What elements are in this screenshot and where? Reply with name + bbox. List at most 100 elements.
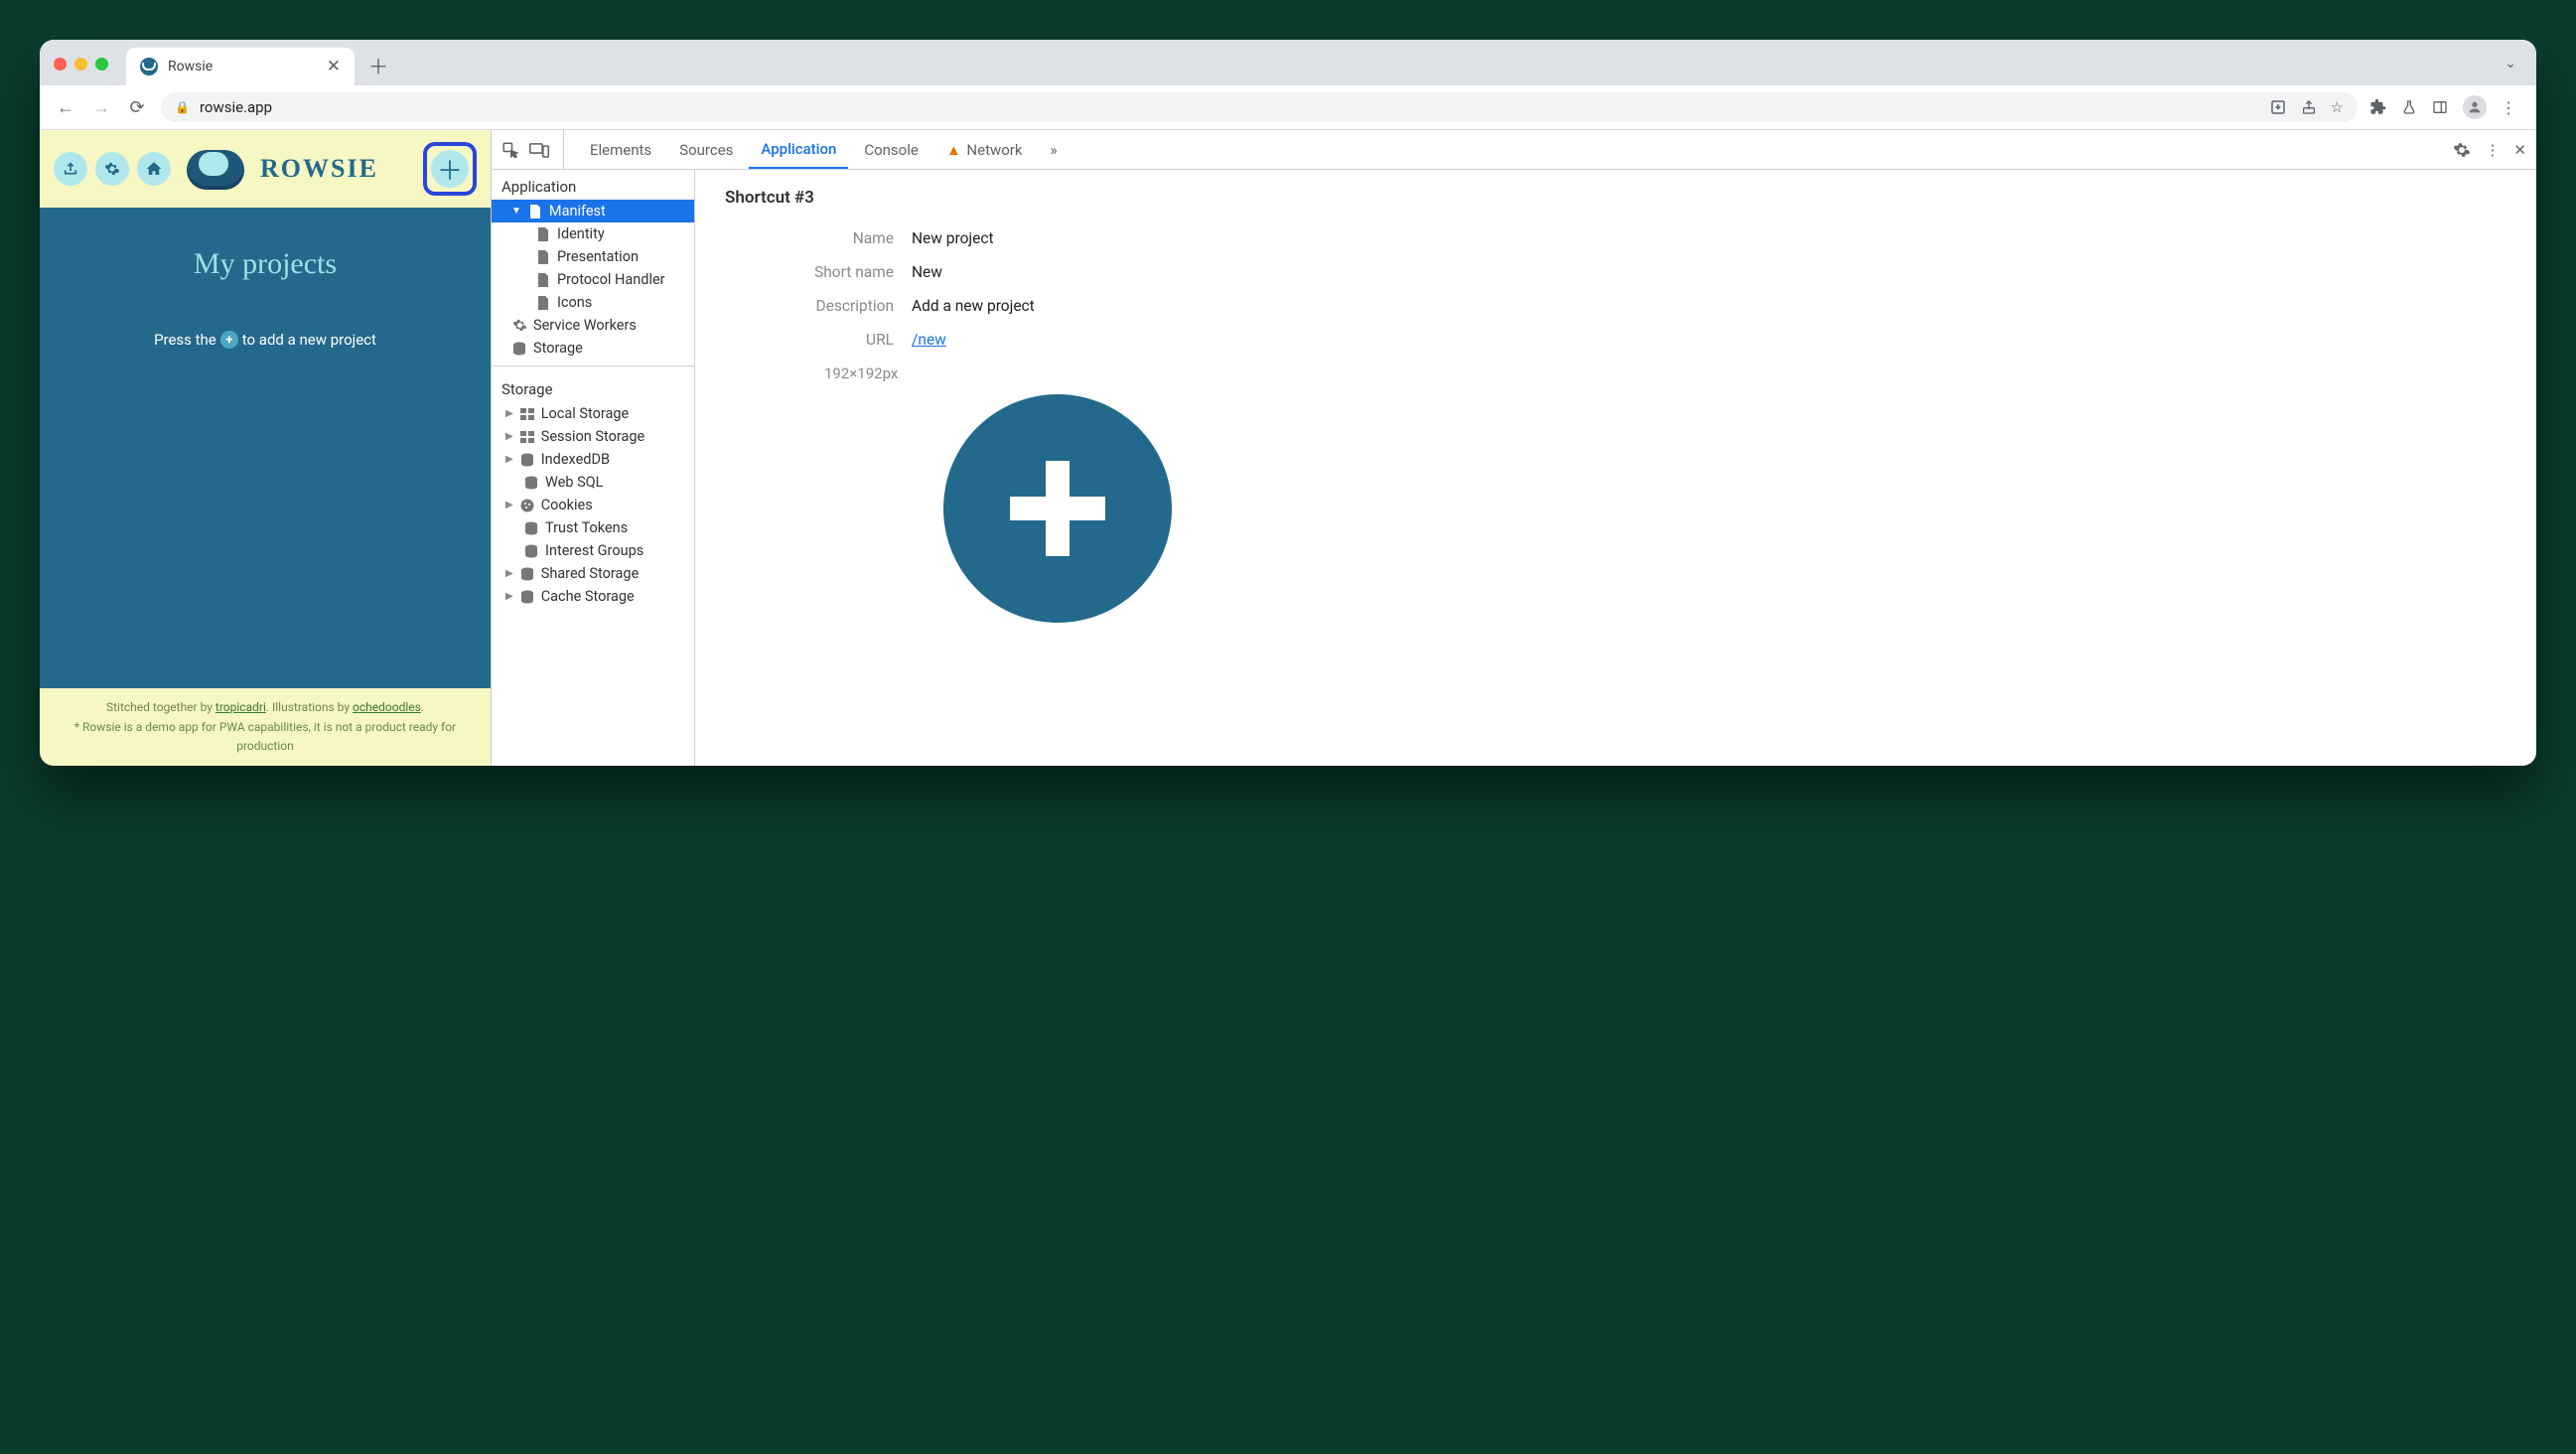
kv-name: NameNew project xyxy=(725,229,2506,247)
chevron-right-icon: ▶ xyxy=(505,500,513,510)
browser-tab[interactable]: Rowsie ✕ xyxy=(126,48,355,85)
install-icon[interactable] xyxy=(2269,98,2287,116)
sidebar-item-manifest[interactable]: ▼Manifest xyxy=(492,200,694,222)
home-icon[interactable] xyxy=(137,152,171,186)
profile-avatar-icon[interactable] xyxy=(2463,95,2487,119)
sidebar-item-session-storage[interactable]: ▶Session Storage xyxy=(492,425,694,448)
sidebar-item-cookies[interactable]: ▶Cookies xyxy=(492,494,694,516)
sidebar-item-identity[interactable]: Identity xyxy=(492,222,694,245)
sidebar-item-icons[interactable]: Icons xyxy=(492,291,694,314)
grid-icon xyxy=(519,406,535,422)
page-title: My projects xyxy=(194,247,337,281)
warning-icon: ▲ xyxy=(946,141,961,159)
empty-hint: Press the + to add a new project xyxy=(154,331,376,349)
tab-close-icon[interactable]: ✕ xyxy=(327,57,341,76)
rowsie-body: My projects Press the + to add a new pro… xyxy=(40,208,491,688)
file-icon xyxy=(527,204,543,219)
kv-short-name: Short nameNew xyxy=(725,263,2506,281)
sidebar-group-application: Application xyxy=(492,170,694,200)
address-bar: ← → ⟳ 🔒 rowsie.app ☆ ⋮ xyxy=(40,85,2536,130)
file-icon xyxy=(535,226,551,242)
sidebar-item-presentation[interactable]: Presentation xyxy=(492,245,694,268)
devtools-main: Shortcut #3 NameNew project Short nameNe… xyxy=(695,170,2536,766)
tab-application[interactable]: Application xyxy=(749,131,848,169)
sidebar-item-indexeddb[interactable]: ▶IndexedDB xyxy=(492,448,694,471)
export-icon[interactable] xyxy=(54,152,87,186)
url-text: rowsie.app xyxy=(200,98,272,116)
devtools-settings-icon[interactable] xyxy=(2453,141,2471,159)
database-icon xyxy=(511,341,527,357)
footer-link-author[interactable]: tropicadri xyxy=(215,700,266,714)
tab-network[interactable]: ▲ Network xyxy=(934,132,1035,168)
database-icon xyxy=(523,520,539,536)
extensions-icon[interactable] xyxy=(2369,98,2387,116)
browser-window: Rowsie ✕ ＋ ⌄ ← → ⟳ 🔒 rowsie.app ☆ ⋮ xyxy=(40,40,2536,766)
plus-icon: ＋ xyxy=(431,150,469,188)
database-icon xyxy=(519,452,535,468)
sidebar-item-storage[interactable]: Storage xyxy=(492,337,694,360)
grid-icon xyxy=(519,429,535,445)
rowsie-footer: Stitched together by tropicadri. Illustr… xyxy=(40,688,491,766)
devtools-panel: Elements Sources Application Console ▲ N… xyxy=(492,130,2536,766)
toolbar-right: ⋮ xyxy=(2369,95,2522,119)
bookmark-star-icon[interactable]: ☆ xyxy=(2331,98,2344,116)
chevron-right-icon: ▶ xyxy=(505,591,513,602)
chevron-right-icon: ▶ xyxy=(505,408,513,419)
database-icon xyxy=(519,589,535,605)
sidebar-item-cache-storage[interactable]: ▶Cache Storage xyxy=(492,585,694,608)
sidebar-item-service-workers[interactable]: Service Workers xyxy=(492,314,694,337)
zoom-window-icon[interactable] xyxy=(95,58,108,71)
sidebar-group-storage: Storage xyxy=(492,372,694,402)
omnibox[interactable]: 🔒 rowsie.app ☆ xyxy=(161,92,2358,122)
plus-icon xyxy=(998,449,1117,568)
chevron-down-icon: ▼ xyxy=(511,206,521,217)
devtools-menu-icon[interactable]: ⋮ xyxy=(2485,141,2500,159)
tab-list-chevron-icon[interactable]: ⌄ xyxy=(2504,56,2516,72)
file-icon xyxy=(535,249,551,265)
favicon-icon xyxy=(140,58,158,75)
cookie-icon xyxy=(519,498,535,513)
shortcut-heading: Shortcut #3 xyxy=(725,188,2506,208)
share-icon[interactable] xyxy=(2301,99,2317,115)
footer-disclaimer: * Rowsie is a demo app for PWA capabilit… xyxy=(54,718,477,756)
chrome-menu-icon[interactable]: ⋮ xyxy=(2501,98,2516,117)
tab-elements[interactable]: Elements xyxy=(578,132,663,168)
devtools-close-icon[interactable]: ✕ xyxy=(2513,141,2526,159)
footer-link-illustrator[interactable]: ochedoodles xyxy=(353,700,421,714)
tabs-more[interactable]: » xyxy=(1039,132,1070,168)
shortcut-url-link[interactable]: /new xyxy=(912,331,946,349)
gear-icon[interactable] xyxy=(95,152,129,186)
database-icon xyxy=(523,475,539,491)
chevron-right-icon: ▶ xyxy=(505,431,513,442)
sidebar-item-local-storage[interactable]: ▶Local Storage xyxy=(492,402,694,425)
reload-icon[interactable]: ⟳ xyxy=(125,97,149,118)
sidebar-item-websql[interactable]: Web SQL xyxy=(492,471,694,494)
sidepanel-icon[interactable] xyxy=(2431,99,2449,115)
sidebar-item-interest-groups[interactable]: Interest Groups xyxy=(492,539,694,562)
inspect-element-icon[interactable] xyxy=(501,141,519,159)
device-toolbar-icon[interactable] xyxy=(529,142,549,158)
add-project-button[interactable]: ＋ xyxy=(423,142,477,196)
plus-inline-icon: + xyxy=(220,331,238,349)
sidebar-item-trust-tokens[interactable]: Trust Tokens xyxy=(492,516,694,539)
minimize-window-icon[interactable] xyxy=(74,58,87,71)
file-icon xyxy=(535,295,551,311)
rowsie-header: ROWSIE ＋ xyxy=(40,130,491,208)
kv-description: DescriptionAdd a new project xyxy=(725,297,2506,315)
tab-console[interactable]: Console xyxy=(852,132,930,168)
lock-icon: 🔒 xyxy=(175,100,190,114)
sidebar-item-protocol-handler[interactable]: Protocol Handler xyxy=(492,268,694,291)
devtools-body: Application ▼Manifest Identity Presentat… xyxy=(492,170,2536,766)
titlebar: Rowsie ✕ ＋ ⌄ xyxy=(40,40,2536,85)
labs-icon[interactable] xyxy=(2401,98,2417,116)
sidebar-item-shared-storage[interactable]: ▶Shared Storage xyxy=(492,562,694,585)
rowsie-page: ROWSIE ＋ My projects Press the + to add … xyxy=(40,130,492,766)
icon-dimensions: 192×192px xyxy=(824,364,2506,382)
tab-sources[interactable]: Sources xyxy=(667,132,745,168)
close-window-icon[interactable] xyxy=(54,58,67,71)
chevron-right-icon: ▶ xyxy=(505,454,513,465)
new-tab-button[interactable]: ＋ xyxy=(358,45,398,85)
back-icon[interactable]: ← xyxy=(54,97,77,118)
database-icon xyxy=(523,543,539,559)
traffic-lights xyxy=(54,58,108,71)
